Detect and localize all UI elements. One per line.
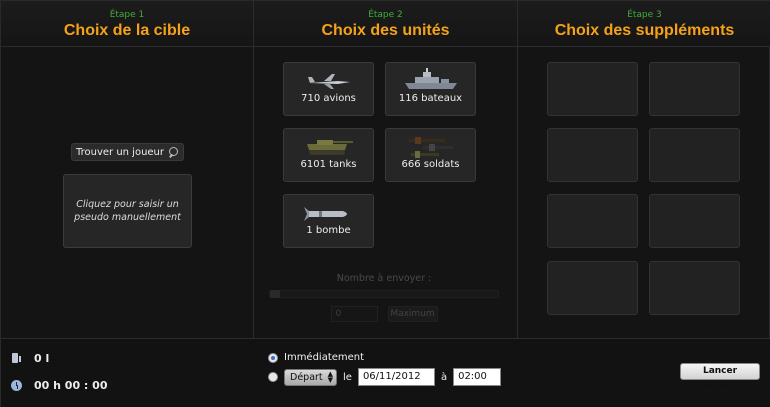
a-label: à [440,371,448,383]
supplement-slot[interactable] [649,128,740,182]
find-player-label: Trouver un joueur [75,146,165,158]
le-label: le [343,371,352,383]
timing-options: Immédiatement Départ ▲ ▼ le 06/11/2012 à … [268,352,502,386]
footer-bar: 0 l 00 h 00 : 00 Immédiatement Départ ▲ ▼… [1,338,770,407]
scheduled-radio[interactable] [268,372,278,382]
unit-tanks[interactable]: 6101 tanks [283,128,374,182]
immediate-radio[interactable] [268,352,278,363]
unit-ships[interactable]: 116 bateaux [385,62,476,116]
send-count-panel: Nombre à envoyer : 0 Maximum [264,263,504,329]
step2-title: Choix des unités [321,22,450,39]
depart-select[interactable]: Départ ▲ ▼ [284,368,337,386]
manual-pseudo-box[interactable]: Cliquez pour saisir un pseudo manuelleme… [63,174,192,248]
slider-handle[interactable] [270,290,280,298]
supplement-slot[interactable] [547,261,638,315]
step2-header: Étape 2 Choix des unités [254,1,517,47]
immediate-label: Immédiatement [284,352,365,363]
depart-select-value: Départ [290,371,323,383]
supplement-slot[interactable] [547,128,638,182]
step2-number: Étape 2 [368,10,403,20]
supplement-slot[interactable] [547,194,638,248]
time-readout: 00 h 00 : 00 [11,379,107,392]
step1-header: Étape 1 Choix de la cible [1,1,253,47]
attack-panel: Étape 1 Choix de la cible Trouver un jou… [0,0,770,407]
fuel-value: 0 l [34,352,50,365]
supplement-slot[interactable] [649,194,740,248]
launch-attack-button[interactable]: Lancer l'attaque [680,363,760,391]
jet-icon [308,74,350,89]
step1-title: Choix de la cible [63,22,191,39]
step3-header: Étape 3 Choix des suppléments [518,1,770,47]
unit-planes[interactable]: 710 avions [283,62,374,116]
step3-title: Choix des suppléments [554,22,735,39]
maximum-button[interactable]: Maximum [387,306,438,322]
bomb-icon [304,207,347,221]
fuel-icon [11,353,22,364]
target-column: Étape 1 Choix de la cible Trouver un jou… [1,1,254,338]
step1-number: Étape 1 [109,10,145,20]
find-player-button[interactable]: Trouver un joueur [71,143,184,161]
manual-pseudo-label: Cliquez pour saisir un pseudo manuelleme… [74,199,181,223]
send-count-slider[interactable] [269,290,499,298]
time-value: 00 h 00 : 00 [34,379,108,392]
date-field[interactable]: 06/11/2012 [357,368,435,386]
supplement-slot[interactable] [649,62,740,116]
soldiers-icon [409,137,453,158]
fuel-readout: 0 l [11,352,49,365]
send-count-label: Nombre à envoyer : [336,273,432,284]
send-count-input[interactable]: 0 [330,306,378,322]
supplement-slot[interactable] [547,62,638,116]
select-arrows-icon: ▲ ▼ [327,370,333,384]
clock-icon [11,380,22,391]
search-icon [168,146,179,158]
step3-number: Étape 3 [627,10,662,20]
unit-soldiers[interactable]: 666 soldats [385,128,476,182]
tank-icon [307,140,353,155]
unit-bomb[interactable]: 1 bombe [283,194,374,248]
ship-icon [405,68,457,89]
hour-field[interactable]: 02:00 [453,368,502,386]
supplement-slot[interactable] [649,261,740,315]
